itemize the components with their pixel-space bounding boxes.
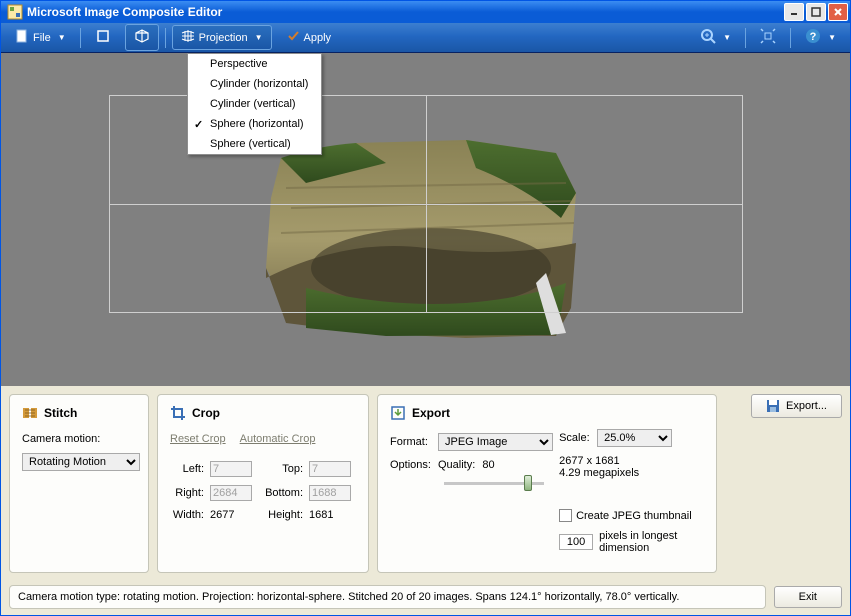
titlebar: Microsoft Image Composite Editor: [1, 1, 850, 23]
camera-motion-select[interactable]: Rotating Motion: [22, 453, 140, 471]
crop-icon: [170, 405, 186, 421]
help-button[interactable]: ? ▼: [797, 25, 844, 50]
cube-icon: [134, 28, 150, 47]
crop-height-value: 1681: [309, 509, 359, 521]
scale-label: Scale:: [559, 432, 597, 444]
reset-crop-link[interactable]: Reset Crop: [170, 433, 226, 445]
projection-button[interactable]: Projection ▼: [172, 25, 272, 50]
maximize-button[interactable]: [806, 3, 826, 21]
stitch-icon: [22, 405, 38, 421]
window-title: Microsoft Image Composite Editor: [27, 5, 784, 19]
crop-bottom-input[interactable]: [309, 485, 351, 501]
export-title: Export: [412, 406, 450, 420]
zoom-button[interactable]: ▼: [692, 25, 739, 50]
options-label: Options:: [390, 459, 438, 471]
quality-value: 80: [482, 459, 494, 471]
toolbar-separator: [790, 28, 791, 48]
tool-cube-button[interactable]: [125, 24, 159, 51]
export-dimensions: 2677 x 1681: [559, 455, 704, 467]
toolbar-separator: [165, 28, 166, 48]
status-text: Camera motion type: rotating motion. Pro…: [9, 585, 766, 609]
projection-label: Projection: [199, 32, 248, 44]
grid-icon: [181, 29, 195, 46]
crop-divider-horizontal: [109, 204, 743, 205]
crop-width-value: 2677: [210, 509, 260, 521]
app-icon: [7, 4, 23, 20]
zoom-icon: [700, 28, 716, 47]
chevron-down-icon: ▼: [58, 33, 66, 42]
apply-button[interactable]: Apply: [278, 26, 340, 49]
bottom-label: Bottom:: [262, 487, 307, 499]
slider-thumb[interactable]: [524, 475, 532, 491]
save-icon: [766, 399, 780, 413]
stitch-panel: Stitch Camera motion: Rotating Motion: [9, 394, 149, 573]
left-label: Left:: [170, 463, 208, 475]
quality-label: Quality:: [438, 459, 475, 471]
crop-right-input[interactable]: [210, 485, 252, 501]
check-icon: ✓: [194, 118, 203, 131]
thumbnail-size-input[interactable]: [559, 534, 593, 550]
height-label: Height:: [262, 509, 307, 521]
export-button-area: Export...: [725, 394, 842, 573]
quality-slider[interactable]: [444, 482, 544, 485]
menu-item-sphere-horizontal[interactable]: ✓Sphere (horizontal): [188, 114, 321, 134]
thumbnail-label: Create JPEG thumbnail: [576, 510, 692, 522]
chevron-down-icon: ▼: [255, 33, 263, 42]
crop-left-input[interactable]: [210, 461, 252, 477]
width-label: Width:: [170, 509, 208, 521]
menu-item-cylinder-horizontal[interactable]: Cylinder (horizontal): [188, 74, 321, 94]
help-icon: ?: [805, 28, 821, 47]
toolbar-separator: [80, 28, 81, 48]
export-panel: Export Format: JPEG Image Options: Quali…: [377, 394, 717, 573]
crop-panel: Crop Reset Crop Automatic Crop Left: Top…: [157, 394, 369, 573]
fit-button[interactable]: [752, 25, 784, 50]
svg-text:?: ?: [810, 31, 817, 43]
automatic-crop-link[interactable]: Automatic Crop: [240, 433, 316, 445]
tool-rect-button[interactable]: [87, 25, 119, 50]
crop-title: Crop: [192, 406, 220, 420]
file-menu-button[interactable]: File ▼: [7, 26, 74, 49]
top-label: Top:: [262, 463, 307, 475]
stitch-title: Stitch: [44, 406, 77, 420]
panels-row: Stitch Camera motion: Rotating Motion Cr…: [1, 386, 850, 581]
exit-button[interactable]: Exit: [774, 586, 842, 608]
menu-item-cylinder-vertical[interactable]: Cylinder (vertical): [188, 94, 321, 114]
export-megapixels: 4.29 megapixels: [559, 467, 704, 479]
toolbar: File ▼ Projection ▼ Apply ▼: [1, 23, 850, 53]
exit-label: Exit: [799, 591, 817, 603]
projection-dropdown-menu: Perspective Cylinder (horizontal) Cylind…: [187, 53, 322, 155]
format-select[interactable]: JPEG Image: [438, 433, 553, 451]
bottom-bar: Camera motion type: rotating motion. Pro…: [1, 581, 850, 615]
scale-select[interactable]: 25.0%: [597, 429, 672, 447]
camera-motion-label: Camera motion:: [22, 433, 100, 445]
toolbar-separator: [745, 28, 746, 48]
apply-label: Apply: [304, 32, 332, 44]
thumbnail-checkbox[interactable]: [559, 509, 572, 522]
thumbnail-dim-label: pixels in longest dimension: [599, 530, 699, 554]
canvas-area[interactable]: Perspective Cylinder (horizontal) Cylind…: [1, 53, 850, 386]
export-button-label: Export...: [786, 400, 827, 412]
minimize-button[interactable]: [784, 3, 804, 21]
close-button[interactable]: [828, 3, 848, 21]
file-icon: [15, 29, 29, 46]
chevron-down-icon: ▼: [828, 33, 836, 42]
fit-icon: [760, 28, 776, 47]
export-button[interactable]: Export...: [751, 394, 842, 418]
crop-top-input[interactable]: [309, 461, 351, 477]
menu-item-sphere-vertical[interactable]: Sphere (vertical): [188, 134, 321, 154]
export-icon: [390, 405, 406, 421]
menu-item-perspective[interactable]: Perspective: [188, 54, 321, 74]
crop-tool-icon: [95, 28, 111, 47]
check-icon: [286, 29, 300, 46]
chevron-down-icon: ▼: [723, 33, 731, 42]
file-label: File: [33, 32, 51, 44]
format-label: Format:: [390, 436, 438, 448]
right-label: Right:: [170, 487, 208, 499]
app-window: Microsoft Image Composite Editor File ▼ …: [0, 0, 851, 616]
